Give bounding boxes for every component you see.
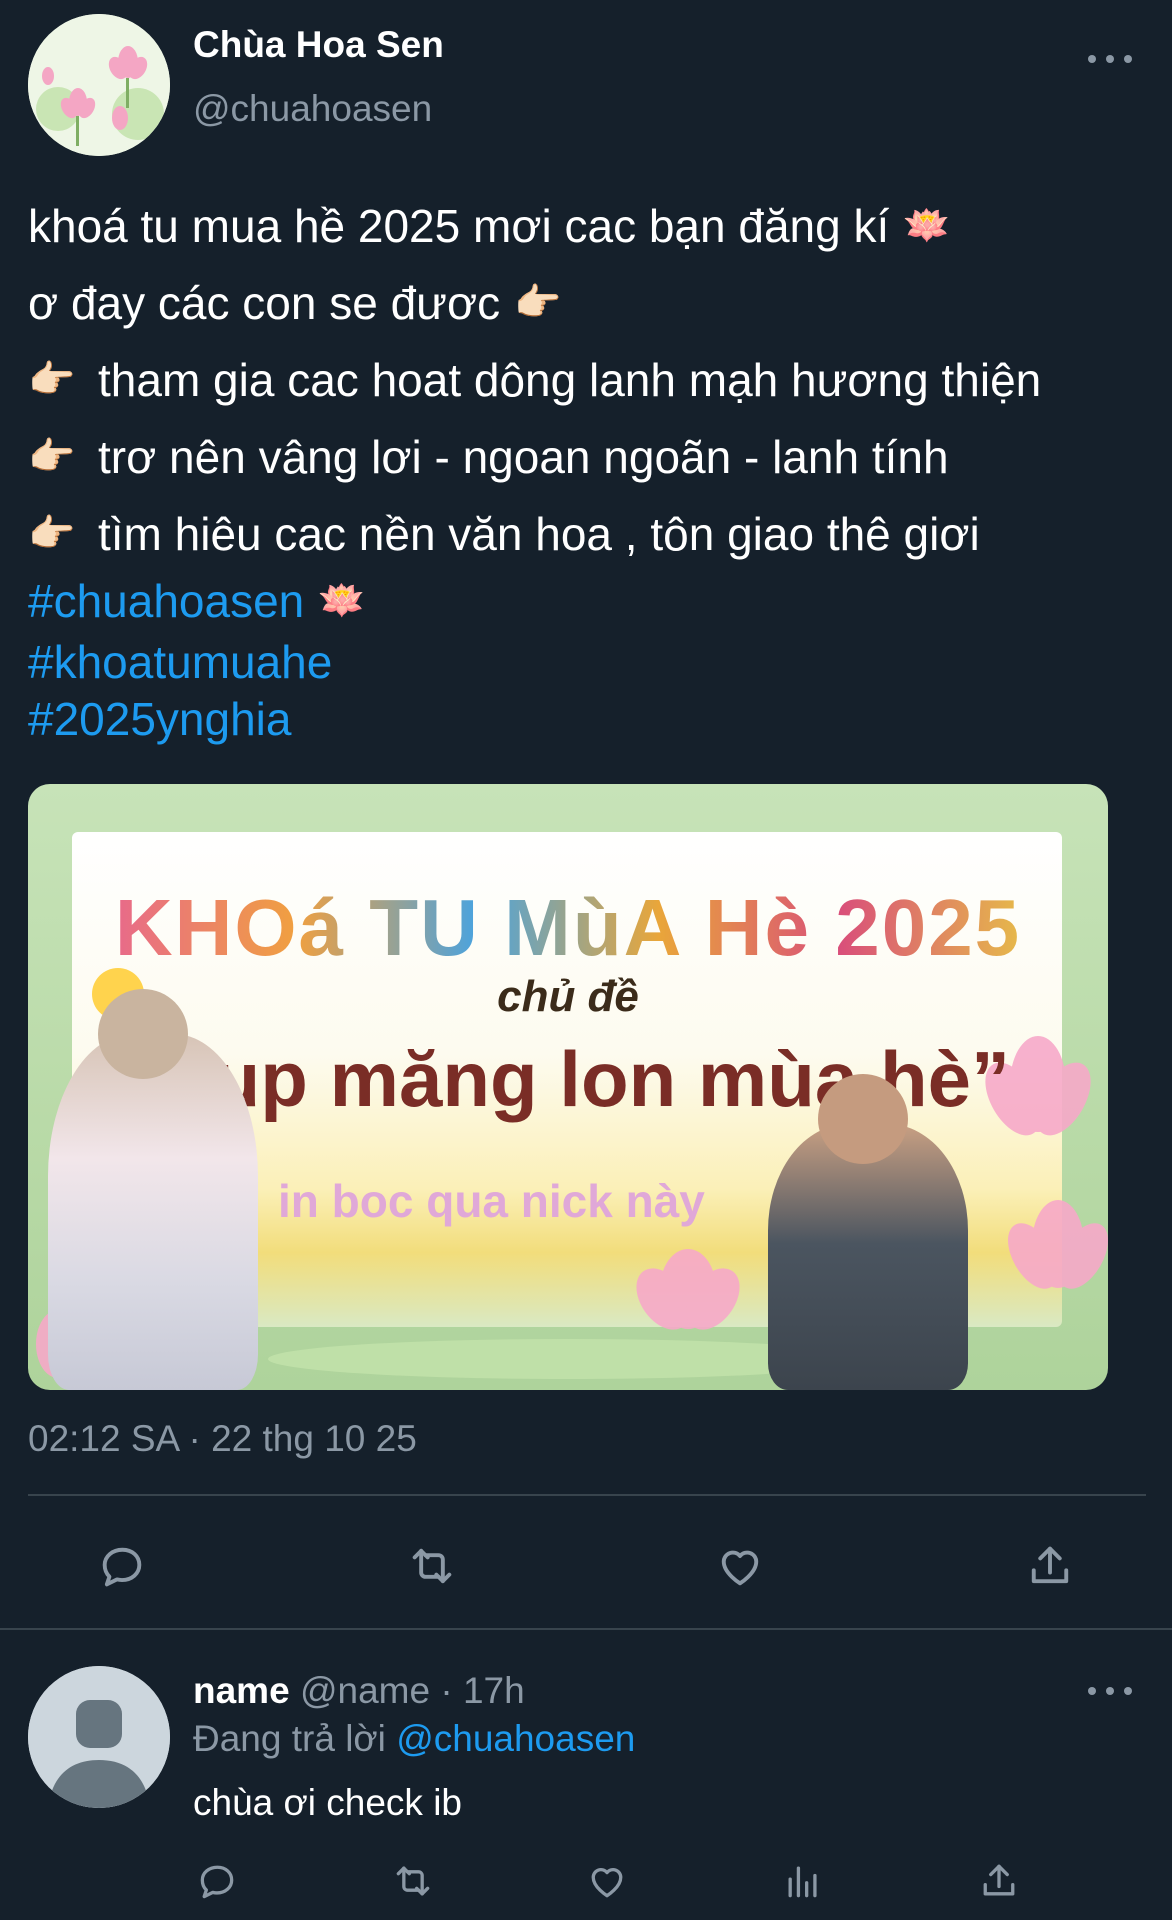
person-left-head [98,989,188,1079]
replying-to: Đang trả lời @chuahoasen [193,1718,635,1760]
lotus-emoji: 🪷 [903,205,951,247]
reply-more-options-icon[interactable] [1088,1684,1132,1698]
reply-retweet-icon[interactable] [386,1856,440,1906]
reply-avatar[interactable] [28,1666,170,1808]
person-right-figure [768,1124,968,1390]
profile-avatar[interactable] [28,14,170,156]
reply-reply-icon[interactable] [192,1856,242,1906]
tweet-bullet-line: 👉🏻 trơ nên vâng lơi - ngoan ngoãn - lanh… [28,419,1168,496]
person-left-figure [48,1034,258,1390]
hashtag-link[interactable]: #2025ynghia [28,691,291,748]
more-options-icon[interactable] [1088,52,1132,66]
tweet-line-text: trơ nên vâng lơi - ngoan ngoãn - lanh tí… [98,431,949,483]
reply-display-name[interactable]: name [193,1670,290,1711]
like-icon[interactable] [710,1536,770,1596]
reply-icon[interactable] [92,1536,152,1596]
views-icon[interactable] [778,1856,828,1906]
tweet-line: khoá tu mua hề 2025 mơi cac bạn đăng kí … [28,188,1168,265]
tweet-line-text: khoá tu mua hề 2025 mơi cac bạn đăng kí [28,200,890,252]
divider [28,1494,1146,1496]
lotus-emoji: 🪷 [318,579,366,622]
tweet-image[interactable]: KHOá TU MùA Hè 2025 chủ đề “bup măng lon… [28,784,1108,1390]
user-handle[interactable]: @chuahoasen [193,88,432,130]
display-name[interactable]: Chùa Hoa Sen [193,24,444,66]
reply-time: · 17h [440,1670,525,1711]
hashtag-link[interactable]: #khoatumuahe [28,634,332,691]
tweet-bullet-line: 👉🏻 tham gia cac hoat dông lanh mạh hương… [28,342,1168,419]
reply-like-icon[interactable] [582,1856,632,1906]
replying-prefix: Đang trả lời [193,1718,386,1759]
tweet-line-text: ơ đay các con se đươc [28,277,501,329]
reply-share-icon[interactable] [974,1856,1024,1906]
pointing-hand-emoji: 👉🏻 [28,436,76,478]
pointing-hand-emoji: 👉🏻 [28,359,76,401]
image-theme: chủ đề [497,972,639,1021]
retweet-icon[interactable] [400,1536,464,1596]
image-overlay-text: in boc qua nick này [278,1175,705,1227]
reply-handle[interactable]: @name [300,1670,430,1711]
reply-text: chùa ơi check ib [193,1782,463,1823]
pointing-hand-emoji: 👉🏻 [514,282,562,324]
replying-to-link[interactable]: @chuahoasen [396,1718,635,1759]
share-icon[interactable] [1020,1536,1080,1596]
divider [0,1628,1172,1630]
tweet-bullet-line: 👉🏻 tìm hiêu cac nền văn hoa , tôn giao t… [28,496,1168,573]
tweet-line: ơ đay các con se đươc 👉🏻 [28,265,1168,342]
hashtags: #chuahoasen 🪷 #khoatumuahe #2025ynghia [28,568,366,748]
reply-header: name @name · 17h [193,1670,525,1712]
tweet-timestamp[interactable]: 02:12 SA · 22 thg 10 25 [28,1418,417,1460]
pointing-hand-emoji: 👉🏻 [28,513,76,555]
image-title: KHOá TU MùA Hè 2025 [114,883,1022,972]
tweet-text: khoá tu mua hề 2025 mơi cac bạn đăng kí … [28,188,1168,573]
hashtag-link[interactable]: #chuahoasen [28,573,304,630]
tweet-line-text: tham gia cac hoat dông lanh mạh hương th… [98,354,1042,406]
tweet-line-text: tìm hiêu cac nền văn hoa , tôn giao thê … [98,508,980,560]
person-right-head [818,1074,908,1164]
